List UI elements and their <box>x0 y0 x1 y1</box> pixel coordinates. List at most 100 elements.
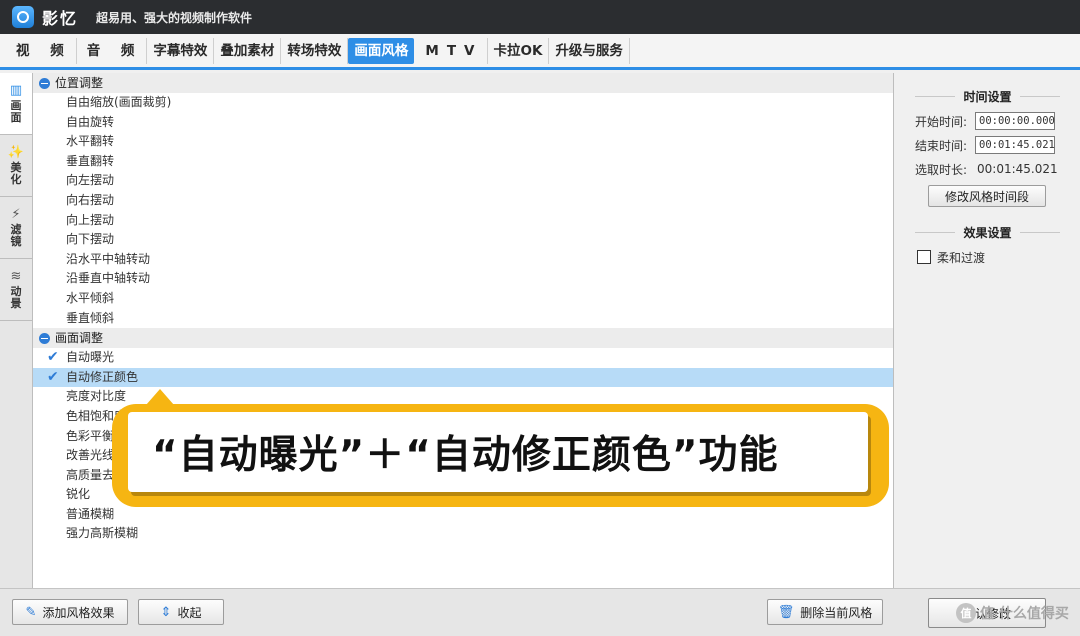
watermark: 值 值 什么值得买 <box>956 600 1074 626</box>
effect-item-label: 水平倾斜 <box>66 290 115 305</box>
sidetab-1[interactable]: ✨ 美化 <box>0 135 32 197</box>
app-name: 影忆 <box>42 9 79 28</box>
effect-item-label: 亮度对比度 <box>66 389 127 404</box>
effect-item-label: 改善光线 <box>66 448 115 463</box>
callout-text: “自动曝光”＋“自动修正颜色”功能 <box>152 433 779 478</box>
effect-item-label: 自动曝光 <box>66 350 115 365</box>
effect-item-label: 锐化 <box>66 487 91 502</box>
effect-item-label: 自由缩放(画面裁剪) <box>66 95 172 109</box>
effect-item-label: 垂直翻转 <box>66 153 115 168</box>
delete-style-button[interactable]: 🗑 删除当前风格 <box>767 599 883 625</box>
add-style-effect-button[interactable]: ✎ 添加风格效果 <box>12 599 128 625</box>
effect-item[interactable]: 普通模糊 <box>33 505 893 525</box>
effect-item[interactable]: 向右摆动 <box>33 191 893 211</box>
effect-item-label: 色彩平衡 <box>66 428 115 443</box>
waves-icon: ≋ <box>10 268 22 284</box>
sidetab-label: 动景 <box>10 284 22 310</box>
trash-icon: 🗑 <box>777 604 795 620</box>
checkmark-icon: ✔ <box>47 368 59 385</box>
magic-wand-icon: ✨ <box>7 144 25 160</box>
group-header[interactable]: 画面调整 <box>33 328 893 349</box>
effect-item[interactable]: 水平翻转 <box>33 132 893 152</box>
effect-item[interactable]: 自由缩放(画面裁剪) <box>33 93 893 113</box>
sidetab-3[interactable]: ≋ 动景 <box>0 259 32 321</box>
start-time-field: 开始时间: 00:00:00.000 <box>895 109 1080 133</box>
effect-item-label: 向下摆动 <box>66 232 115 247</box>
effect-item-label: 水平翻转 <box>66 134 115 149</box>
effect-item-label: 普通模糊 <box>66 506 115 521</box>
menu-item-1[interactable]: 音 频 <box>77 37 148 64</box>
group-title: 画面调整 <box>55 331 104 346</box>
menu-item-6[interactable]: MTV <box>415 37 488 64</box>
menu-item-8[interactable]: 升级与服务 <box>549 37 630 64</box>
collapse-button[interactable]: ⇕ 收起 <box>138 599 224 625</box>
effect-item[interactable]: ✔ 自动曝光 <box>33 348 893 368</box>
sidetab-label: 滤镜 <box>10 222 22 248</box>
effect-item-label: 向右摆动 <box>66 192 115 207</box>
effect-item[interactable]: 沿垂直中轴转动 <box>33 269 893 289</box>
menu-item-3[interactable]: 叠加素材 <box>214 37 282 64</box>
callout-box: “自动曝光”＋“自动修正颜色”功能 <box>128 412 868 492</box>
effect-item[interactable]: 沿水平中轴转动 <box>33 250 893 270</box>
collapse-minus-icon[interactable] <box>39 77 50 89</box>
soft-transition-option[interactable]: 柔和过渡 <box>895 245 1080 269</box>
effect-item-label: 向左摆动 <box>66 173 115 188</box>
group-header[interactable]: 位置调整 <box>33 73 893 93</box>
time-settings-title: 时间设置 <box>895 83 1080 109</box>
effect-item[interactable]: 向下摆动 <box>33 230 893 250</box>
effect-item[interactable]: ✔ 自动修正颜色 <box>33 367 893 388</box>
soft-transition-checkbox[interactable] <box>917 250 931 264</box>
start-time-label: 开始时间: <box>915 114 968 129</box>
collapse-minus-icon[interactable] <box>39 332 50 344</box>
add-effect-icon: ✎ <box>25 604 37 620</box>
effect-item-label: 高质量去 <box>66 467 115 482</box>
effect-item-label: 向上摆动 <box>66 212 115 227</box>
effect-item[interactable]: 水平倾斜 <box>33 289 893 309</box>
modify-style-time-button[interactable]: 修改风格时间段 <box>928 185 1046 207</box>
app-logo-icon <box>12 6 34 28</box>
menu-item-5[interactable]: 画面风格 <box>348 37 415 64</box>
collapse-icon: ⇕ <box>160 604 172 620</box>
effect-item[interactable]: 强力高斯模糊 <box>33 524 893 544</box>
wand-sparkle-icon: ⚡ <box>11 206 21 222</box>
film-icon: ▥ <box>9 82 23 98</box>
effect-item-label: 强力高斯模糊 <box>66 526 139 541</box>
style-effects-list: 位置调整自由缩放(画面裁剪) 自由旋转水平翻转垂直翻转向左摆动向右摆动向上摆动向下… <box>33 73 894 588</box>
sidetab-0[interactable]: ▥ 画面 <box>0 73 32 135</box>
effect-item[interactable]: 垂直倾斜 <box>33 309 893 329</box>
effect-item[interactable]: 向左摆动 <box>33 171 893 191</box>
watermark-text: 值 什么值得买 <box>980 606 1069 622</box>
effect-item-label: 自动修正颜色 <box>66 369 139 384</box>
bottom-toolbar: ✎ 添加风格效果 ⇕ 收起 🗑 删除当前风格 <box>0 588 1080 636</box>
menu-item-0[interactable]: 视 频 <box>6 37 77 64</box>
effect-item-label: 自由旋转 <box>66 114 115 129</box>
effect-item-label: 垂直倾斜 <box>66 310 115 325</box>
selected-length-field: 选取时长: 00:01:45.021 <box>895 157 1080 181</box>
soft-transition-label: 柔和过渡 <box>937 250 986 265</box>
effect-item[interactable]: 自由旋转 <box>33 113 893 133</box>
app-slogan: 超易用、强大的视频制作软件 <box>96 10 253 25</box>
sidetab-label: 美化 <box>10 160 22 186</box>
sidetab-label: 画面 <box>10 98 22 124</box>
menu-item-4[interactable]: 转场特效 <box>281 37 349 64</box>
end-time-field: 结束时间: 00:01:45.021 <box>895 133 1080 157</box>
start-time-input[interactable]: 00:00:00.000 <box>975 112 1055 130</box>
settings-panel: 时间设置 开始时间: 00:00:00.000 结束时间: 00:01:45.0… <box>895 73 1080 588</box>
sidetab-2[interactable]: ⚡ 滤镜 <box>0 197 32 259</box>
selected-length-label: 选取时长: <box>915 162 968 177</box>
end-time-label: 结束时间: <box>915 138 968 153</box>
end-time-input[interactable]: 00:01:45.021 <box>975 136 1055 154</box>
menu-item-7[interactable]: 卡拉OK <box>488 37 550 64</box>
effect-item-label: 沿水平中轴转动 <box>66 251 151 266</box>
watermark-logo-icon: 值 <box>956 603 976 623</box>
menu-item-2[interactable]: 字幕特效 <box>147 37 215 64</box>
title-bar: 影忆 超易用、强大的视频制作软件 <box>0 0 1080 34</box>
callout-pointer <box>146 389 174 405</box>
effect-item[interactable]: 向上摆动 <box>33 211 893 231</box>
selected-length-value: 00:01:45.021 <box>977 162 1058 176</box>
effect-item[interactable]: 垂直翻转 <box>33 152 893 172</box>
effect-settings-title: 效果设置 <box>895 219 1080 245</box>
main-menu-bar: 视 频音 频字幕特效 叠加素材 转场特效 画面风格 MTV 卡拉OK 升级与服务 <box>0 34 1080 70</box>
checkmark-icon: ✔ <box>47 349 59 366</box>
category-side-tabs: ▥ 画面 ✨ 美化 ⚡ 滤镜 ≋ 动景 <box>0 73 33 588</box>
